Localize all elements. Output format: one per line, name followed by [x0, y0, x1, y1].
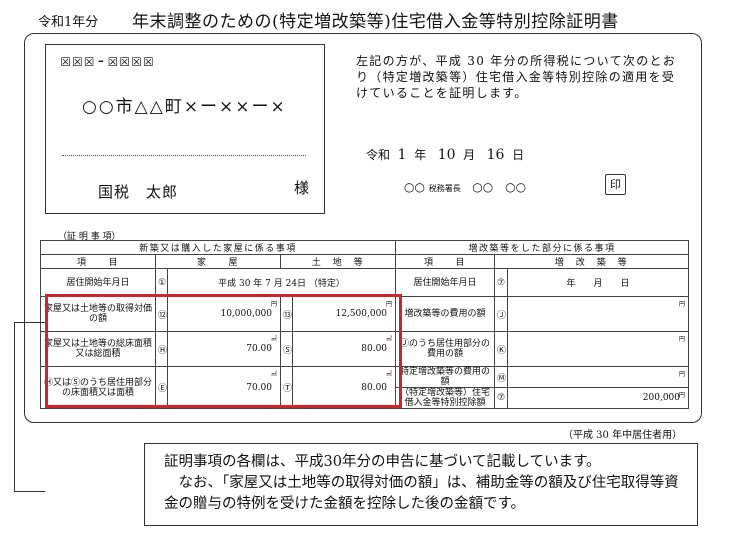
right-section-header: 増改築等をした部分に係る事項 [395, 240, 690, 255]
unit: 円 [679, 336, 686, 343]
date-day-unit: 日 [512, 148, 525, 162]
row-label-right: 居住開始年月日 [395, 268, 496, 297]
date-year-unit: 年 [414, 148, 427, 162]
address-line: ○○市△△町×ー××ー× [82, 97, 287, 117]
highlight-box [45, 294, 402, 408]
unit: 円 [679, 371, 686, 378]
row-label: 居住開始年月日 [40, 268, 156, 297]
recipient-name: 国税 太郎 [98, 183, 179, 201]
row-number-right: ⑦ [494, 268, 509, 297]
official-seal: 印 [605, 174, 626, 195]
callout-text: 証明事項の各欄は、平成30年分の申告に基づいて記載しています。 なお、「家屋又は… [164, 452, 684, 515]
official-name: ○○ ○○ [472, 180, 527, 194]
row-number: ① [155, 268, 168, 297]
row-number-right: Ⓚ [494, 331, 509, 367]
renovation-value: 円 [507, 331, 690, 367]
renovation-value: 円 [507, 296, 690, 332]
renovation-move-in-date: 年 月 日 [507, 268, 690, 297]
row-number-right: Ⓜ [494, 366, 509, 388]
divider [62, 155, 306, 156]
deduction-value: 円 200,000 [507, 387, 690, 409]
issuing-official: ○○ 税務署長 ○○ ○○ [404, 178, 526, 195]
residency-note: （平成 30 年中居住者用） [563, 430, 683, 441]
row-number-right: Ⓙ [494, 296, 509, 332]
move-in-date: 平成 30 年 7 月 24日 （特定） [166, 268, 397, 297]
col-land-header: 土 地 等 [279, 254, 397, 269]
col-house-header: 家 屋 [155, 254, 281, 269]
row-label-right: 特定増改築等の費用の額 [395, 366, 496, 388]
postal-code: ☒☒☒-☒☒☒☒ [60, 50, 155, 71]
tax-office: ○○ [404, 180, 425, 194]
col-renovation-header: 増 改 築 等 [494, 254, 690, 269]
document-title: 年末調整のための(特定増改築等)住宅借入金等特別控除証明書 [132, 12, 619, 32]
unit: 円 [679, 301, 686, 308]
row-label-right: Ⓙのうち居住用部分の費用の額 [395, 331, 496, 367]
row-label-right: 増改築等の費用の額 [395, 296, 496, 332]
callout-leader-line [14, 322, 45, 492]
certification-text: 左記の方が、平成 30 年分の所得税について次のとおり（特定増改築等）住宅借入金… [356, 54, 677, 100]
row-label-right: （特定増改築等）住宅借入金等特別控除額 [395, 387, 496, 409]
date-month: 10 [437, 147, 456, 163]
date-month-unit: 月 [463, 148, 476, 162]
honorific: 様 [294, 179, 310, 197]
office-title: 税務署長 [428, 184, 461, 193]
table-row: 居住開始年月日 ① 平成 30 年 7 月 24日 （特定） 居住開始年月日 ⑦… [40, 268, 690, 297]
date-era: 令和 [366, 148, 391, 162]
date-year: 1 [397, 147, 407, 163]
col-item-header: 項 目 [40, 254, 156, 269]
row-number-right: ⑦ [494, 387, 509, 409]
date-day: 16 [486, 147, 505, 163]
left-section-header: 新築又は購入した家屋に係る事項 [39, 240, 397, 255]
unit: 円 [679, 392, 686, 399]
callout-line-1: 証明事項の各欄は、平成30年分の申告に基づいて記載しています。 [164, 454, 601, 470]
renovation-value: 円 [507, 366, 690, 388]
col-item-header-right: 項 目 [395, 254, 496, 269]
issue-date: 令和 1 年 10 月 16 日 [366, 146, 524, 163]
era-label: 令和1年分 [38, 15, 99, 30]
deduction-amount: 200,000 [642, 393, 681, 403]
callout-line-2: なお、「家屋又は土地等の取得対価の額」は、補助金等の額及び住宅取得等資金の贈与の… [164, 475, 679, 512]
